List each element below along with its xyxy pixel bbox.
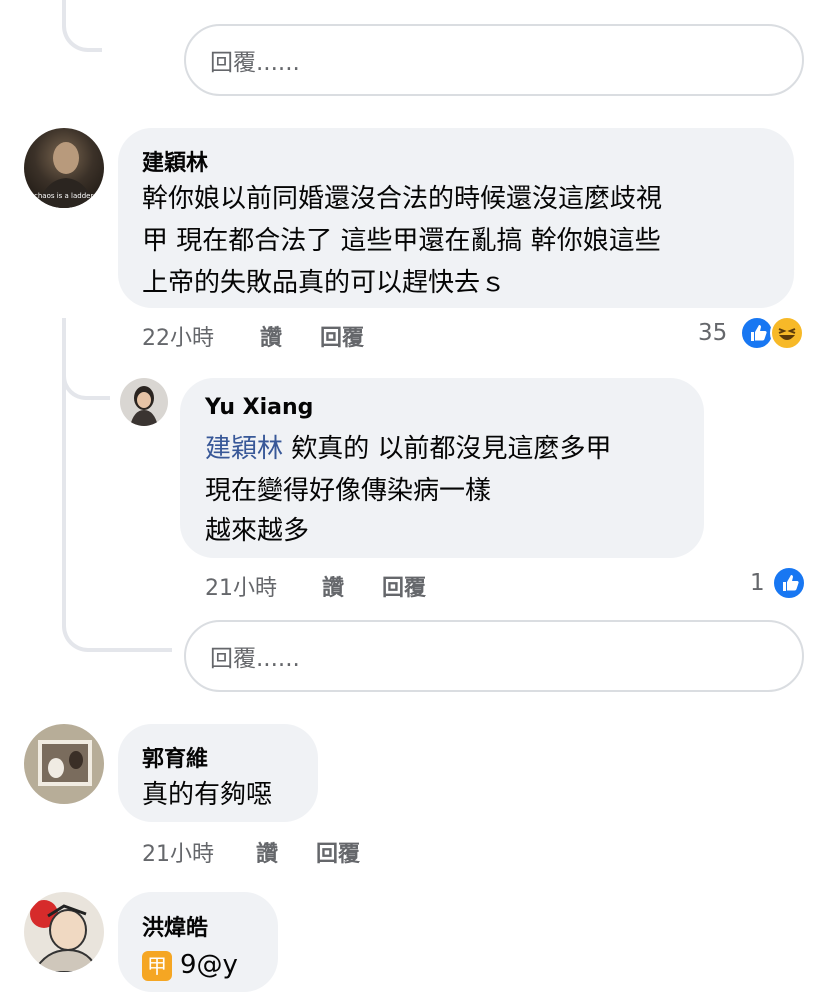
reaction-count[interactable]: 1: [750, 570, 765, 596]
person-icon: [130, 386, 158, 426]
comment-line: 真的有夠噁: [142, 780, 273, 810]
reply-button[interactable]: 回覆: [382, 570, 426, 602]
comment-time: 21小時: [205, 576, 277, 601]
reaction-count[interactable]: 35: [698, 320, 727, 346]
comment-author[interactable]: 建穎林: [142, 145, 208, 177]
reply-placeholder: 回覆......: [210, 646, 300, 672]
photo-icon: [38, 740, 92, 786]
anime-avatar-icon: [30, 900, 100, 972]
comment-line: 越來越多: [205, 516, 310, 546]
haha-icon: [770, 316, 804, 350]
reply-button[interactable]: 回覆: [316, 836, 360, 868]
thread-connector: [62, 318, 110, 400]
comment-time: 22小時: [142, 326, 214, 351]
reply-placeholder: 回覆......: [210, 50, 300, 76]
comment-line: 上帝的失敗品真的可以趕快去ｓ: [142, 268, 507, 298]
like-button[interactable]: 讚: [256, 836, 278, 868]
avatar[interactable]: [24, 724, 104, 804]
sticker-chip: 甲: [142, 950, 172, 981]
comment-text: 9@y: [180, 950, 238, 980]
thread-connector: [62, 0, 102, 52]
mention-link[interactable]: 建穎林: [205, 434, 283, 464]
avatar-caption: chaos is a ladder: [34, 192, 94, 200]
comment-author[interactable]: 郭育維: [142, 741, 208, 773]
like-icon: [772, 566, 806, 600]
like-button[interactable]: 讚: [260, 320, 282, 352]
comment-time: 21小時: [142, 842, 214, 867]
avatar[interactable]: chaos is a ladder: [24, 128, 104, 208]
reply-input[interactable]: 回覆......: [184, 620, 804, 692]
comment-author[interactable]: Yu Xiang: [205, 395, 313, 420]
comment-author[interactable]: 洪煒皓: [142, 910, 208, 942]
avatar[interactable]: [120, 378, 168, 426]
avatar[interactable]: [24, 892, 104, 972]
comment-line: 建穎林 欸真的 以前都沒見這麼多甲: [205, 428, 612, 470]
comment-text: 欸真的 以前都沒見這麼多甲: [291, 434, 612, 464]
reply-button[interactable]: 回覆: [320, 320, 364, 352]
like-icon: [740, 316, 774, 350]
comment-line: 幹你娘以前同婚還沒合法的時候還沒這麼歧視: [142, 184, 663, 214]
like-button[interactable]: 讚: [322, 570, 344, 602]
thread-connector: [62, 560, 172, 652]
reply-input[interactable]: 回覆......: [184, 24, 804, 96]
comment-line: 甲 現在都合法了 這些甲還在亂搞 幹你娘這些: [142, 226, 661, 256]
comment-line: 甲 9@y: [142, 944, 238, 986]
comment-line: 現在變得好像傳染病一樣: [205, 476, 492, 506]
